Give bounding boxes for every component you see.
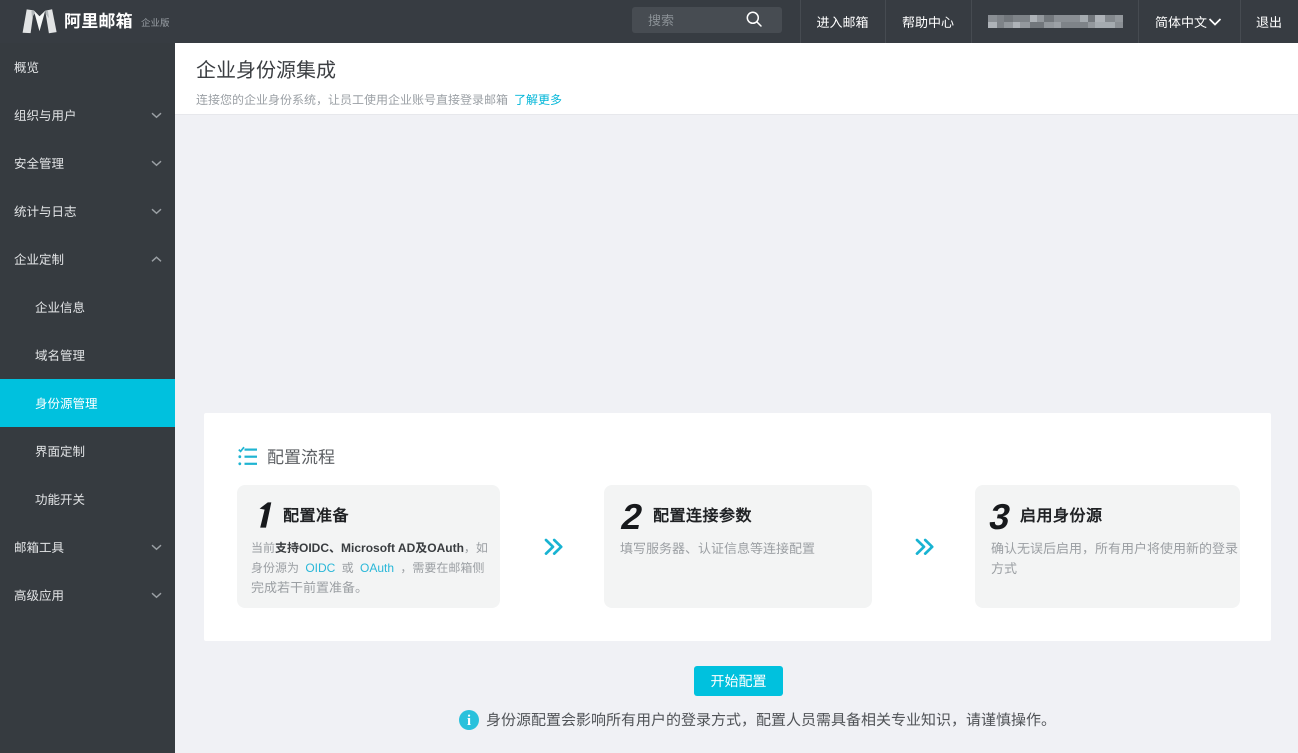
svg-text:i: i	[467, 713, 471, 729]
